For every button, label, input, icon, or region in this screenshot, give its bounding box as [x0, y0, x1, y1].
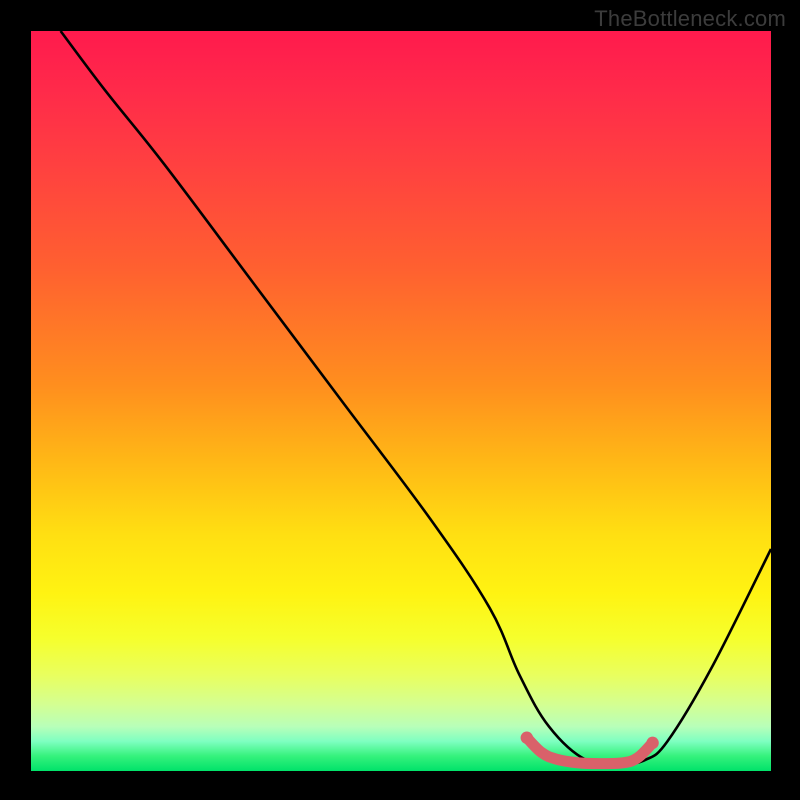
optimal-range-end-dot — [521, 732, 533, 744]
bottleneck-curve-line — [61, 31, 771, 764]
optimal-range-marker-line — [527, 738, 653, 764]
outer-frame: TheBottleneck.com — [0, 0, 800, 800]
watermark-text: TheBottleneck.com — [594, 6, 786, 32]
plot-area — [31, 31, 771, 771]
optimal-range-end-dot — [646, 737, 658, 749]
curve-layer — [31, 31, 771, 771]
